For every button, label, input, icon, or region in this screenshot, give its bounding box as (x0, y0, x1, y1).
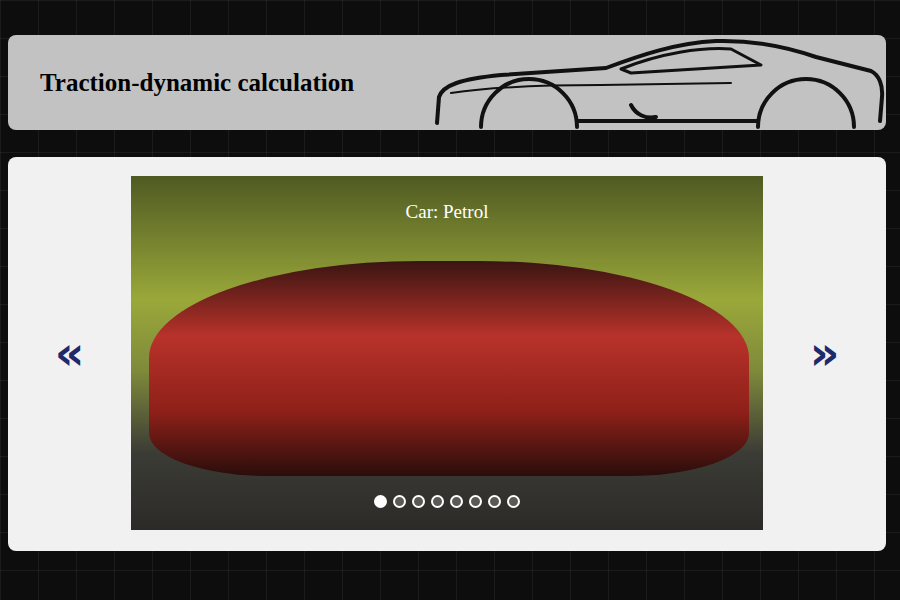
car-silhouette-icon (431, 35, 886, 130)
slide-dot[interactable] (507, 495, 520, 508)
next-button[interactable]: » (763, 330, 886, 376)
page-title: Traction-dynamic calculation (8, 64, 354, 102)
slide-dot[interactable] (469, 495, 482, 508)
slide-dot[interactable] (488, 495, 501, 508)
slide-dot[interactable] (374, 495, 387, 508)
car-photo: Car: Petrol (131, 176, 763, 530)
slide-caption: Car: Petrol (131, 198, 763, 227)
carousel-panel: « Car: Petrol » (8, 157, 886, 551)
car-shape (149, 261, 749, 476)
slide-indicators (131, 495, 763, 508)
slide-dot[interactable] (431, 495, 444, 508)
prev-button[interactable]: « (8, 330, 131, 376)
slide-dot[interactable] (450, 495, 463, 508)
slide-dot[interactable] (412, 495, 425, 508)
slide-dot[interactable] (393, 495, 406, 508)
header-panel: Traction-dynamic calculation (8, 35, 886, 130)
